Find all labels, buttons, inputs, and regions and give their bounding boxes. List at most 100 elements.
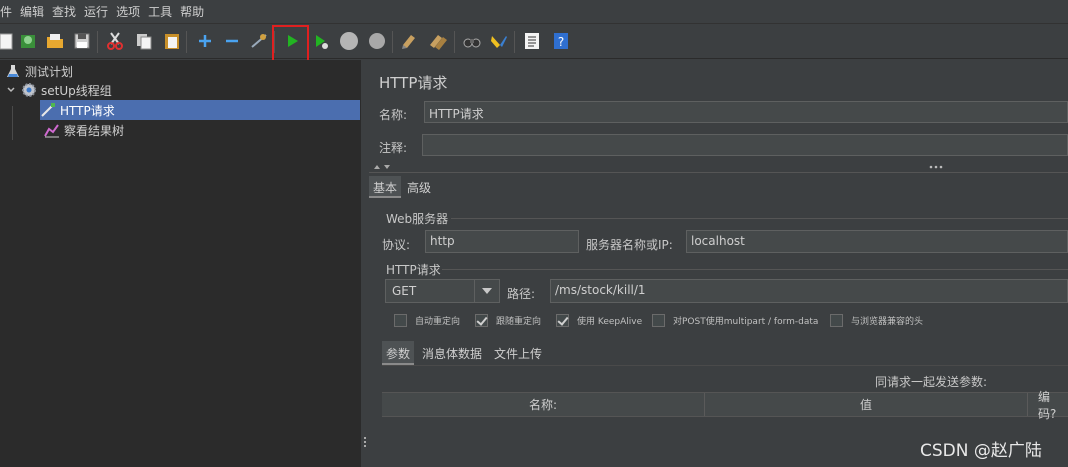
tab-advanced[interactable]: 高级: [403, 176, 435, 198]
toolbar-separator: [514, 31, 515, 53]
menu-search[interactable]: 查找: [52, 3, 76, 20]
function-helper-icon[interactable]: [520, 29, 544, 53]
server-field[interactable]: localhost: [686, 230, 1068, 253]
tab-basic[interactable]: 基本: [369, 176, 402, 198]
server-label: 服务器名称或IP:: [586, 238, 673, 252]
method-value: GET: [392, 284, 417, 298]
checkbox-label: 与浏览器兼容的头: [851, 317, 924, 327]
method-select[interactable]: GET: [385, 279, 500, 303]
checkbox-multipart[interactable]: 对POST使用multipart / form-data: [652, 314, 818, 327]
reset-search-icon[interactable]: [487, 29, 511, 53]
help-icon[interactable]: ?: [549, 29, 573, 53]
stop-icon[interactable]: [337, 29, 361, 53]
copy-icon[interactable]: [132, 29, 156, 53]
checkbox-box[interactable]: [556, 314, 569, 327]
name-field[interactable]: HTTP请求: [424, 101, 1068, 123]
expand-icon[interactable]: [193, 29, 217, 53]
tree-item-setup-thread-group[interactable]: setUp线程组: [5, 80, 112, 100]
search-icon[interactable]: [460, 29, 484, 53]
column-header-value[interactable]: 值: [705, 393, 1028, 416]
params-tabs: 参数 消息体数据 文件上传: [382, 341, 550, 365]
panel-splitter[interactable]: [360, 60, 369, 467]
watermark: CSDN @赵广陆: [920, 441, 1042, 461]
tree-item-test-plan[interactable]: 测试计划: [5, 61, 73, 81]
clear-icon[interactable]: [398, 29, 422, 53]
start-no-pause-icon[interactable]: [309, 29, 333, 53]
menu-help[interactable]: 帮助: [180, 3, 204, 20]
menu-file[interactable]: 件: [0, 3, 12, 20]
collapse-bar[interactable]: [369, 162, 1068, 173]
checkbox-label: 对POST使用multipart / form-data: [673, 317, 819, 327]
basic-advanced-tabs: 基本 高级: [369, 176, 437, 198]
clear-all-icon[interactable]: [426, 29, 450, 53]
tab-file-upload[interactable]: 文件上传: [490, 341, 546, 365]
name-label: 名称:: [379, 108, 408, 122]
menu-tools[interactable]: 工具: [148, 3, 172, 20]
chevron-down-icon[interactable]: [5, 82, 17, 98]
checkbox-box[interactable]: [652, 314, 665, 327]
collapse-icon[interactable]: [220, 29, 244, 53]
tab-parameters[interactable]: 参数: [382, 341, 415, 365]
toolbar: ?: [0, 24, 1068, 59]
menu-run[interactable]: 运行: [84, 3, 108, 20]
pipette-icon: [40, 102, 56, 118]
more-dots-icon[interactable]: [929, 164, 943, 170]
svg-text:?: ?: [558, 35, 564, 49]
section-divider: [451, 218, 1068, 219]
protocol-label: 协议:: [382, 238, 411, 252]
paste-icon[interactable]: [160, 29, 184, 53]
path-field[interactable]: /ms/stock/kill/1: [550, 279, 1068, 303]
test-plan-tree: 测试计划 setUp线程组 HTTP请求 察看结果树: [0, 60, 360, 467]
tree-item-label: 测试计划: [25, 64, 74, 79]
params-table-header: 名称: 值 编码?: [382, 390, 1068, 421]
cut-icon[interactable]: [103, 29, 127, 53]
comment-label: 注释:: [379, 141, 408, 155]
chart-icon: [44, 122, 60, 138]
toolbar-separator: [454, 31, 455, 53]
checkbox-label: 自动重定向: [415, 317, 461, 327]
toolbar-separator: [97, 31, 98, 53]
gear-icon: [21, 82, 37, 98]
comment-field[interactable]: [422, 134, 1068, 156]
toggle-icon[interactable]: [247, 29, 271, 53]
tree-guide-line: [12, 106, 13, 140]
start-button-highlight: [272, 25, 309, 63]
shutdown-icon[interactable]: [365, 29, 389, 53]
column-header-encode[interactable]: 编码?: [1028, 390, 1068, 421]
web-server-section-title: Web服务器: [386, 212, 449, 226]
checkbox-keepalive[interactable]: 使用 KeepAlive: [556, 314, 642, 327]
protocol-field[interactable]: http: [425, 230, 579, 253]
toolbar-separator: [186, 31, 187, 53]
splitter-grip-icon[interactable]: [364, 437, 367, 449]
section-divider: [442, 269, 1068, 270]
tree-item-label: setUp线程组: [41, 83, 112, 98]
tree-item-view-results-tree[interactable]: 察看结果树: [44, 120, 124, 140]
send-params-label: 同请求一起发送参数:: [875, 375, 988, 389]
tab-body-data[interactable]: 消息体数据: [418, 341, 486, 365]
menu-edit[interactable]: 编辑: [20, 3, 44, 20]
checkbox-box[interactable]: [394, 314, 407, 327]
tree-item-label: HTTP请求: [60, 103, 115, 118]
save-icon[interactable]: [70, 29, 94, 53]
templates-icon[interactable]: [16, 29, 40, 53]
column-header-name[interactable]: 名称:: [382, 393, 705, 416]
tree-item-http-request[interactable]: HTTP请求: [40, 100, 360, 120]
menu-bar: 件 编辑 查找 运行 选项 工具 帮助: [0, 0, 1068, 24]
checkbox-browser-headers[interactable]: 与浏览器兼容的头: [830, 314, 923, 327]
checkbox-box[interactable]: [475, 314, 488, 327]
menu-options[interactable]: 选项: [116, 3, 140, 20]
path-label: 路径:: [507, 287, 536, 301]
http-request-panel: HTTP请求 名称: HTTP请求 注释: 基本 高级 Web服务器 协议: h…: [369, 60, 1068, 467]
checkbox-auto-redirect[interactable]: 自动重定向: [394, 314, 460, 327]
tab-underline: [382, 365, 1068, 366]
dropdown-arrow-icon[interactable]: [474, 280, 499, 302]
open-icon[interactable]: [43, 29, 67, 53]
flask-icon: [5, 63, 21, 79]
http-request-section-title: HTTP请求: [386, 263, 441, 277]
collapse-arrows-icon[interactable]: [373, 164, 393, 170]
toolbar-separator: [392, 31, 393, 53]
panel-title: HTTP请求: [379, 74, 448, 92]
tree-item-label: 察看结果树: [64, 123, 125, 138]
checkbox-follow-redirect[interactable]: 跟随重定向: [475, 314, 541, 327]
checkbox-box[interactable]: [830, 314, 843, 327]
